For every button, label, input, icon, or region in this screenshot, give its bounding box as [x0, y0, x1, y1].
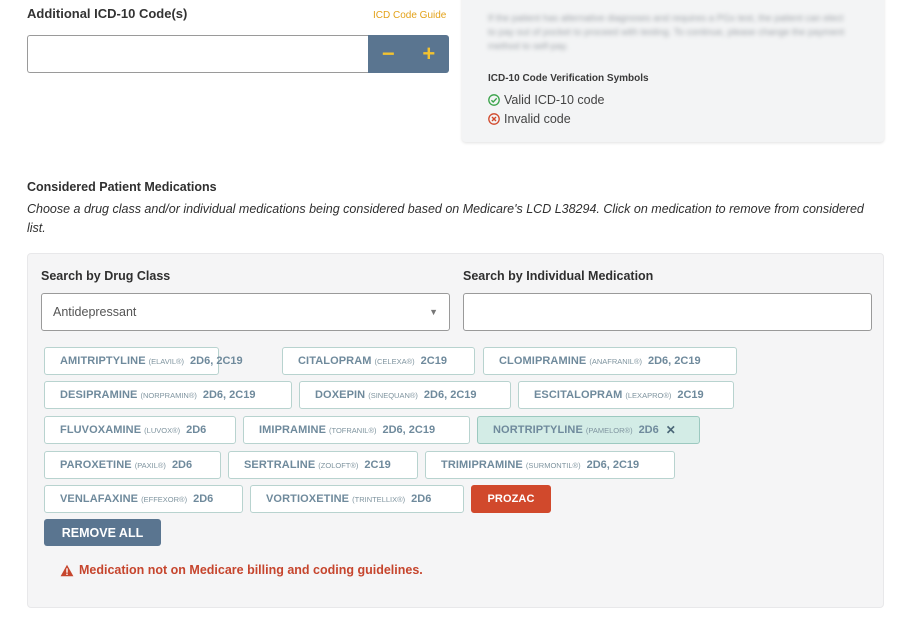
med-brand: (EFFEXOR®) — [141, 494, 188, 504]
icd-label: Additional ICD-10 Code(s) — [27, 6, 188, 21]
med-genes: 2C19 — [677, 389, 704, 401]
warning-triangle-icon — [60, 564, 74, 576]
medication-panel: Search by Drug Class Search by Individua… — [27, 253, 884, 608]
med-name: CLOMIPRAMINE — [499, 355, 587, 367]
medication-tag[interactable]: VORTIOXETINE (TRINTELLIX®) 2D6 — [250, 485, 464, 513]
icd-stepper: − + — [368, 35, 449, 73]
medication-tag[interactable]: TRIMIPRAMINE (SURMONTIL®) 2D6, 2C19 — [425, 451, 675, 479]
remove-all-button[interactable]: REMOVE ALL — [44, 519, 161, 546]
med-genes: 2D6, 2C19 — [382, 424, 436, 436]
medication-tag[interactable]: VENLAFAXINE (EFFEXOR®) 2D6 — [44, 485, 243, 513]
section-title: Considered Patient Medications — [27, 180, 217, 194]
med-name: PROZAC — [487, 493, 535, 505]
medication-tag[interactable]: PAROXETINE (PAXIL®) 2D6 — [44, 451, 221, 479]
med-brand: (LEXAPRO®) — [625, 390, 672, 400]
med-brand: (ELAVIL®) — [148, 356, 185, 366]
med-brand: (ZOLOFT®) — [318, 460, 359, 470]
med-name: VENLAFAXINE — [60, 493, 139, 505]
remove-icon[interactable]: ✕ — [666, 423, 676, 437]
section-description: Choose a drug class and/or individual me… — [27, 202, 864, 235]
blurred-info-text: If the patient has alternative diagnoses… — [488, 13, 845, 52]
med-brand: (SINEQUAN®) — [368, 390, 418, 400]
medication-tag[interactable]: AMITRIPTYLINE (ELAVIL®) 2D6, 2C19 — [44, 347, 243, 375]
remove-code-button[interactable]: − — [368, 35, 409, 73]
med-name: TRIMIPRAMINE — [441, 459, 523, 471]
medication-tag[interactable]: IMIPRAMINE (TOFRANIL®) 2D6, 2C19 — [243, 416, 470, 444]
med-brand: (PAXIL®) — [134, 460, 166, 470]
med-name: ESCITALOPRAM — [534, 389, 623, 401]
med-genes: 2D6 — [193, 493, 214, 505]
drug-class-value: Antidepressant — [53, 305, 137, 319]
medication-tag[interactable]: ESCITALOPRAM (LEXAPRO®) 2C19 — [518, 381, 734, 409]
med-genes: 2D6 — [638, 424, 659, 436]
med-brand: (TOFRANIL®) — [329, 425, 377, 435]
individual-medication-label: Search by Individual Medication — [463, 269, 654, 283]
check-circle-icon — [488, 94, 500, 106]
icd-code-input[interactable] — [27, 35, 369, 73]
med-genes: 2C19 — [364, 459, 391, 471]
med-genes: 2D6, 2C19 — [586, 459, 640, 471]
drug-class-select[interactable]: Antidepressant ▼ — [41, 293, 450, 331]
info-box: If the patient has alternative diagnoses… — [462, 0, 884, 142]
x-circle-icon — [488, 113, 500, 125]
icd-code-guide-link[interactable]: ICD Code Guide — [373, 10, 446, 21]
dropdown-caret-icon: ▼ — [429, 307, 438, 317]
med-genes: 2D6 — [171, 459, 193, 471]
warning-text: Medication not on Medicare billing and c… — [79, 563, 423, 577]
med-name: VORTIOXETINE — [266, 493, 350, 505]
medication-tag[interactable]: CLOMIPRAMINE (ANAFRANIL®) 2D6, 2C19 — [483, 347, 737, 375]
med-name: IMIPRAMINE — [259, 424, 326, 436]
medication-tag[interactable]: DESIPRAMINE (NORPRAMIN®) 2D6, 2C19 — [44, 381, 292, 409]
med-genes: 2D6, 2C19 — [190, 355, 243, 367]
med-name: DESIPRAMINE — [60, 389, 138, 401]
med-brand: (PAMELOR®) — [585, 425, 633, 435]
med-name: AMITRIPTYLINE — [60, 355, 146, 367]
medication-tag-non-medicare[interactable]: PROZAC — [471, 485, 551, 513]
med-genes: 2D6, 2C19 — [202, 389, 256, 401]
medication-tag[interactable]: CITALOPRAM (CELEXA®) 2C19 — [282, 347, 475, 375]
add-code-button[interactable]: + — [409, 35, 450, 73]
medication-tag[interactable]: DOXEPIN (SINEQUAN®) 2D6, 2C19 — [299, 381, 511, 409]
medication-tag[interactable]: FLUVOXAMINE (LUVOX®) 2D6 — [44, 416, 236, 444]
warning-message: Medication not on Medicare billing and c… — [60, 563, 423, 577]
medication-tag[interactable]: SERTRALINE (ZOLOFT®) 2C19 — [228, 451, 418, 479]
med-brand: (NORPRAMIN®) — [140, 390, 197, 400]
med-genes: 2D6, 2C19 — [648, 355, 701, 367]
med-name: DOXEPIN — [315, 389, 366, 401]
med-name: FLUVOXAMINE — [60, 424, 142, 436]
valid-code-row: Valid ICD-10 code — [488, 93, 605, 107]
med-genes: 2C19 — [420, 355, 447, 367]
med-name: CITALOPRAM — [298, 355, 372, 367]
med-name: NORTRIPTYLINE — [493, 424, 583, 436]
med-genes: 2D6 — [186, 424, 207, 436]
med-genes: 2D6, 2C19 — [423, 389, 477, 401]
invalid-code-label: Invalid code — [504, 112, 571, 126]
med-name: PAROXETINE — [60, 459, 132, 471]
individual-medication-input[interactable] — [463, 293, 872, 331]
med-brand: (LUVOX®) — [144, 425, 181, 435]
med-genes: 2D6 — [411, 493, 432, 505]
verification-title: ICD-10 Code Verification Symbols — [488, 73, 649, 84]
med-brand: (SURMONTIL®) — [525, 460, 581, 470]
med-brand: (ANAFRANIL®) — [589, 356, 642, 366]
med-brand: (CELEXA®) — [374, 356, 415, 366]
med-brand: (TRINTELLIX®) — [352, 494, 406, 504]
med-name: SERTRALINE — [244, 459, 316, 471]
valid-code-label: Valid ICD-10 code — [504, 93, 605, 107]
medication-tag-selected[interactable]: NORTRIPTYLINE (PAMELOR®) 2D6 ✕ — [477, 416, 700, 444]
invalid-code-row: Invalid code — [488, 112, 571, 126]
drug-class-label: Search by Drug Class — [41, 269, 171, 283]
